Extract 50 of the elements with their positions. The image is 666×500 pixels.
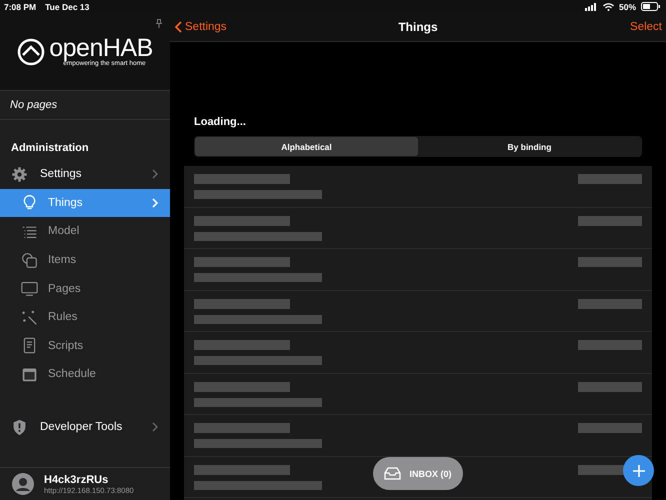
overlapping-squares-icon <box>21 252 38 269</box>
skeleton-bar <box>578 174 642 184</box>
status-time: 7:08 PM <box>4 2 36 12</box>
sidebar-subitem[interactable]: Rules <box>0 302 170 332</box>
chevron-icon <box>152 198 158 208</box>
segment-tab[interactable]: Alphabetical <box>195 137 418 156</box>
inbox-button[interactable]: INBOX (0) <box>373 457 463 490</box>
document-icon <box>21 337 38 354</box>
back-button[interactable]: Settings <box>175 21 227 33</box>
back-chevron-icon <box>175 21 182 33</box>
skeleton-bar <box>578 298 642 308</box>
wifi-icon <box>602 2 614 10</box>
skeleton-bar <box>578 382 642 392</box>
lightbulb-icon <box>21 194 38 212</box>
monitor-icon <box>21 280 38 298</box>
sidebar-subitem[interactable]: Model <box>0 217 170 246</box>
section-title: Administration <box>10 141 90 156</box>
calendar-icon <box>21 366 38 383</box>
logo-wordmark: openHAB <box>49 36 153 60</box>
house-logo-icon <box>17 38 46 66</box>
inbox-tray-icon <box>384 467 402 480</box>
battery-percent: 50% <box>618 2 636 12</box>
sidebar-subitem[interactable]: Schedule <box>0 360 170 389</box>
shield-icon <box>11 418 28 436</box>
user-name: H4ck3rzRUs <box>44 474 110 486</box>
skeleton-bar <box>578 340 642 350</box>
status-date: Tue Dec 13 <box>45 2 90 12</box>
avatar-icon <box>12 473 34 495</box>
sidebar-subitem[interactable]: Pages <box>0 274 170 303</box>
chevron-icon <box>152 422 158 432</box>
magic-wand-icon <box>21 308 38 326</box>
no-pages-note: No pages <box>10 99 58 111</box>
loading-text: Loading... <box>194 116 247 128</box>
skeleton-bar <box>578 216 642 226</box>
sidebar-item[interactable]: Settings <box>0 160 170 189</box>
select-button[interactable]: Select <box>630 21 662 33</box>
developer-tools-item[interactable]: Developer Tools <box>0 412 170 442</box>
page-title: Things <box>398 20 438 34</box>
chevron-icon <box>152 169 158 180</box>
plus-icon <box>632 464 644 476</box>
sidebar-subitem[interactable]: Things <box>0 188 170 218</box>
sidebar-subitem[interactable]: Scripts <box>0 332 170 360</box>
skeleton-bar <box>578 257 642 267</box>
skeleton-bar <box>578 423 642 433</box>
sidebar-subitem[interactable]: Items <box>0 246 170 274</box>
gear-icon <box>11 166 28 183</box>
battery-icon <box>641 2 660 11</box>
pin-icon[interactable] <box>156 19 162 28</box>
signal-icon <box>584 2 598 10</box>
segment-tab[interactable]: By binding <box>418 137 641 156</box>
